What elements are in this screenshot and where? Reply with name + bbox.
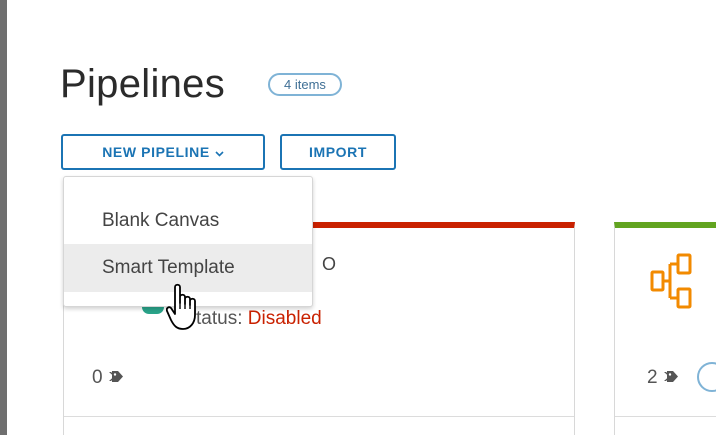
pipeline-name[interactable]: O xyxy=(322,254,336,275)
hand-pointer-icon xyxy=(165,283,200,336)
tag-count[interactable]: 2 xyxy=(647,367,680,389)
tag-icon xyxy=(108,367,125,389)
new-pipeline-button[interactable]: NEW PIPELINE xyxy=(61,134,265,170)
item-count-badge: 4 items xyxy=(268,73,342,96)
chevron-down-icon xyxy=(215,144,224,160)
tag-count[interactable]: 0 xyxy=(92,367,125,389)
status-label: tatus: xyxy=(196,308,243,329)
card-action-button[interactable] xyxy=(697,362,716,392)
tag-icon xyxy=(663,367,680,389)
pipeline-icon xyxy=(648,252,712,317)
pipeline-status: tatus: Disabled xyxy=(196,308,322,330)
window-frame-left xyxy=(0,0,7,435)
pipeline-card[interactable]: 2 xyxy=(614,222,716,435)
tag-count-value: 2 xyxy=(647,367,658,388)
card-divider xyxy=(615,416,716,417)
menu-item-blank-canvas[interactable]: Blank Canvas xyxy=(64,197,312,245)
import-button[interactable]: IMPORT xyxy=(280,134,396,170)
tag-count-value: 0 xyxy=(92,367,103,388)
status-value: Disabled xyxy=(247,308,322,329)
window-frame-top xyxy=(7,0,716,7)
page-title: Pipelines xyxy=(60,62,226,106)
new-pipeline-label: NEW PIPELINE xyxy=(102,144,210,160)
card-divider xyxy=(64,416,574,417)
